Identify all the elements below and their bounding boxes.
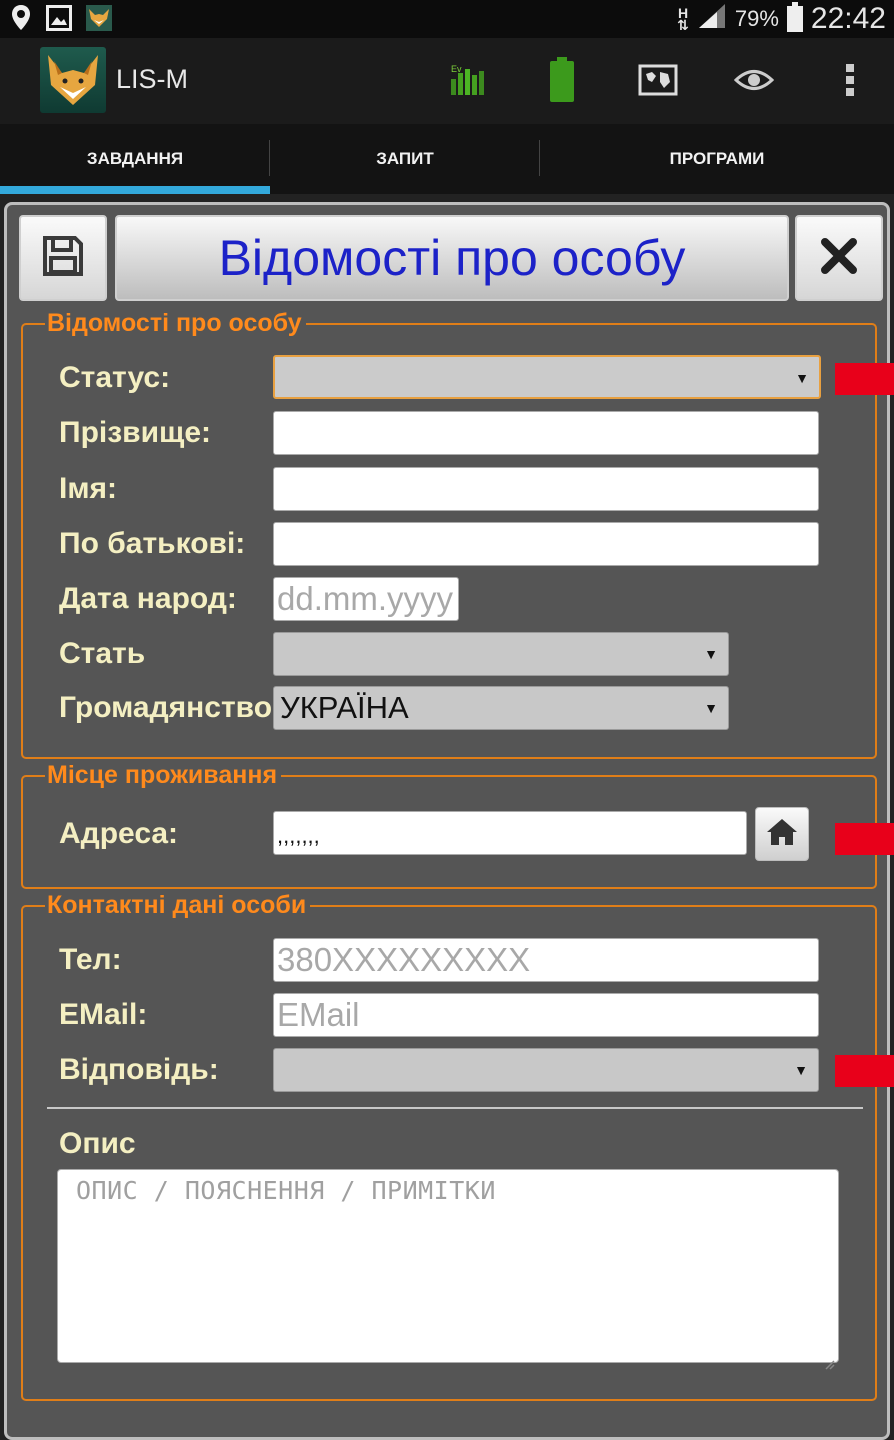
battery-icon [786,2,803,32]
phone-placeholder: 380XXXXXXXXX [277,941,531,978]
birthdate-input[interactable]: dd.mm.yyyy [273,577,459,621]
required-marker [835,823,894,855]
resize-grip-icon[interactable] [823,1347,835,1370]
chevron-down-icon: ▼ [794,1062,808,1078]
name-input[interactable] [273,467,819,511]
overflow-menu-icon[interactable] [826,56,874,104]
tab-request[interactable]: ЗАПИТ [270,124,540,194]
sex-select[interactable]: ▼ [273,632,729,676]
close-button[interactable] [795,215,883,301]
patronymic-label: По батькові: [59,527,246,560]
form-title: Відомості про особу [218,230,686,286]
answer-select[interactable]: ▼ [273,1048,819,1092]
signal-strength-bars-icon[interactable]: Ev [443,56,491,104]
surname-label: Прізвище: [59,416,212,449]
fox-app-notification-icon [86,5,112,36]
svg-text:Ev: Ev [451,64,462,74]
citizenship-label: Громадянство [59,691,273,724]
chevron-down-icon: ▼ [704,700,718,716]
surname-input[interactable] [273,411,819,455]
phone-input[interactable]: 380XXXXXXXXX [273,938,819,982]
tab-bar: ЗАВДАННЯ ЗАПИТ ПРОГРАМИ [0,124,894,194]
address-input[interactable]: ,,,,,,, [273,811,747,855]
eye-icon[interactable] [730,56,778,104]
signal-icon [697,2,727,37]
form-title-bar: Відомості про особу [115,215,789,301]
save-button[interactable] [19,215,107,301]
status-select[interactable]: ▼ [273,355,821,399]
address-label: Адреса: [59,817,179,850]
section-divider [47,1107,863,1109]
address-home-button[interactable] [755,807,809,861]
home-icon [765,817,799,852]
action-bar: LIS-M Ev [0,38,894,124]
person-form-panel: Відомості про особу Відомості про особу … [4,202,894,1440]
name-label: Імя: [59,472,118,505]
close-icon [821,237,857,279]
clock: 22:42 [810,2,886,35]
app-logo-icon[interactable] [40,47,106,113]
tab-tasks[interactable]: ЗАВДАННЯ [0,124,270,194]
required-marker [835,363,894,395]
description-label: Опис [59,1127,136,1160]
form-header: Відомості про особу [17,213,883,303]
chevron-down-icon: ▼ [795,370,809,386]
required-marker [835,1055,894,1087]
birthdate-placeholder: dd.mm.yyyy [277,580,454,617]
description-placeholder: ОПИС / ПОЯСНЕННЯ / ПРИМІТКИ [76,1176,496,1205]
tab-request-label: ЗАПИТ [376,149,434,168]
map-icon[interactable] [634,56,682,104]
floppy-disk-icon [41,234,85,283]
location-pin-icon [10,4,32,37]
patronymic-input[interactable] [273,522,819,566]
residence-legend: Місце проживання [45,761,282,789]
tab-programs-label: ПРОГРАМИ [669,149,765,168]
birthdate-label: Дата народ: [59,582,237,615]
chevron-down-icon: ▼ [704,646,718,662]
citizenship-select-value: УКРАЇНА [280,690,409,725]
contacts-legend: Контактні дані особи [45,891,311,919]
person-info-legend: Відомості про особу [45,309,306,337]
email-input[interactable]: EMail [273,993,819,1037]
sex-label: Стать [59,637,146,670]
email-label: EMail: [59,998,148,1031]
status-bar: H ⇅ 79% 22:42 [0,0,894,38]
image-icon [46,5,72,36]
tab-tasks-label: ЗАВДАННЯ [86,149,184,168]
tab-programs[interactable]: ПРОГРАМИ [540,124,894,194]
answer-label: Відповідь: [59,1053,219,1086]
battery-percent: 79% [734,6,779,31]
network-type-label: H [677,5,689,21]
citizenship-select[interactable]: УКРАЇНА ▼ [273,686,729,730]
network-type-icon: H ⇅ [677,5,689,33]
description-textarea[interactable]: ОПИС / ПОЯСНЕННЯ / ПРИМІТКИ [57,1169,839,1370]
battery-level-icon[interactable] [538,56,586,104]
status-label: Статус: [59,361,171,394]
app-title: LIS-M [116,64,189,94]
phone-label: Тел: [59,943,122,976]
email-placeholder: EMail [277,996,360,1033]
